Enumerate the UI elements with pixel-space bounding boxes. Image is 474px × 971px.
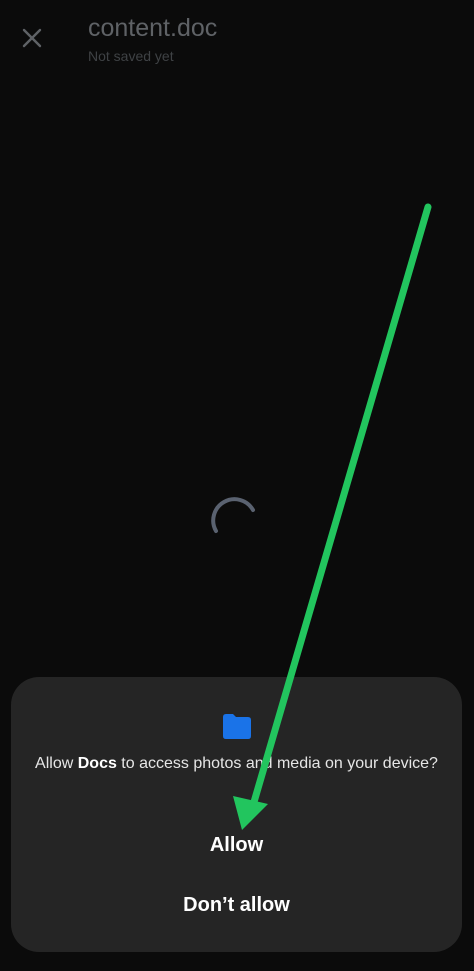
permission-dialog: Allow Docs to access photos and media on…: [11, 677, 462, 952]
message-prefix: Allow: [35, 755, 78, 772]
progress-spinner-icon: [211, 497, 255, 533]
folder-icon: [223, 714, 251, 739]
permission-message: Allow Docs to access photos and media on…: [31, 754, 442, 774]
close-icon: [22, 28, 42, 48]
title-block: content.doc Not saved yet: [88, 12, 217, 66]
document-title: content.doc: [88, 14, 218, 42]
screen: content.doc Not saved yet Allow Docs to …: [0, 0, 474, 971]
save-status: Not saved yet: [88, 48, 174, 64]
app-header: content.doc Not saved yet: [0, 0, 474, 80]
app-name: Docs: [77, 755, 117, 772]
close-button[interactable]: [14, 20, 50, 56]
message-suffix: to access photos and media on your devic…: [116, 755, 438, 772]
dont-allow-button[interactable]: Don’t allow: [11, 881, 462, 929]
allow-button[interactable]: Allow: [11, 821, 462, 869]
